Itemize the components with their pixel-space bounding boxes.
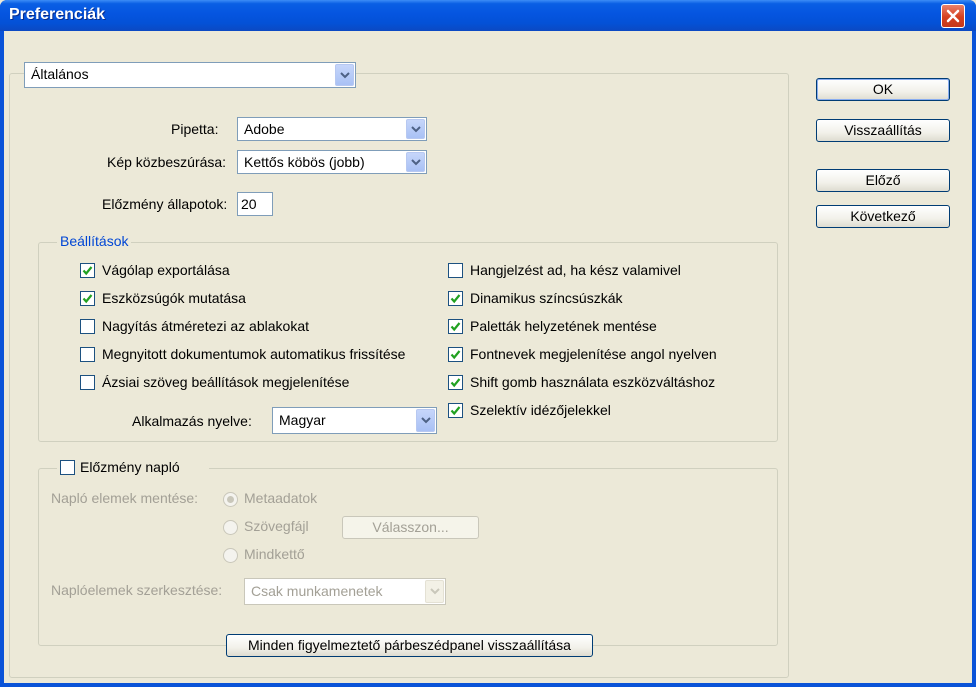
checkbox-clipboard-export[interactable] <box>80 263 95 278</box>
log-edit-value: Csak munkamenetek <box>251 583 383 599</box>
title-bar[interactable]: Preferenciák <box>0 0 976 31</box>
radio-metadata-label[interactable]: Metaadatok <box>244 490 317 506</box>
pipetta-value: Adobe <box>244 121 285 137</box>
pipetta-label: Pipetta: <box>171 121 219 137</box>
checkbox-dynamic-color-sliders[interactable] <box>448 291 463 306</box>
app-language-label: Alkalmazás nyelve: <box>132 413 252 429</box>
checkbox-shift-key-tool-switch[interactable] <box>448 375 463 390</box>
checkmark-icon <box>82 266 93 276</box>
window-title: Preferenciák <box>9 6 106 23</box>
checkbox-zoom-resizes-windows-label[interactable]: Nagyítás átméretezi az ablakokat <box>102 318 309 334</box>
close-icon <box>946 9 960 23</box>
checkbox-asian-text-options[interactable] <box>80 375 95 390</box>
checkmark-icon <box>450 378 461 388</box>
checkmark-icon <box>82 294 93 304</box>
close-button[interactable] <box>941 4 965 28</box>
checkbox-clipboard-export-label[interactable]: Vágólap exportálása <box>102 262 230 278</box>
radio-both[interactable] <box>223 548 238 563</box>
checkbox-smart-quotes-label[interactable]: Szelektív idézőjelekkel <box>470 402 611 418</box>
radio-metadata[interactable] <box>223 492 238 507</box>
checkmark-icon <box>450 350 461 360</box>
checkbox-smart-quotes[interactable] <box>448 403 463 418</box>
category-select[interactable]: Általános <box>24 62 356 88</box>
next-button[interactable]: Következő <box>816 205 950 228</box>
chevron-down-icon[interactable] <box>335 64 354 86</box>
log-edit-label: Naplóelemek szerkesztése: <box>51 582 223 598</box>
checkbox-dynamic-color-sliders-label[interactable]: Dinamikus színcsúszkák <box>470 290 623 306</box>
checkbox-auto-update-documents[interactable] <box>80 347 95 362</box>
interpolation-select[interactable]: Kettős köbös (jobb) <box>237 150 427 174</box>
checkbox-history-log[interactable] <box>60 460 75 475</box>
checkmark-icon <box>450 294 461 304</box>
history-states-label: Előzmény állapotok: <box>102 196 228 212</box>
chevron-down-icon[interactable] <box>425 580 444 603</box>
checkbox-shift-key-tool-switch-label[interactable]: Shift gomb használata eszközváltáshoz <box>470 374 715 390</box>
checkbox-beep-when-done[interactable] <box>448 263 463 278</box>
checkbox-save-palette-locations[interactable] <box>448 319 463 334</box>
previous-button[interactable]: Előző <box>816 169 950 192</box>
interpolation-value: Kettős köbös (jobb) <box>244 154 365 170</box>
log-edit-select[interactable]: Csak munkamenetek <box>244 578 446 605</box>
checkmark-icon <box>450 406 461 416</box>
chevron-down-icon[interactable] <box>406 152 425 172</box>
checkbox-show-tooltips-label[interactable]: Eszközsúgók mutatása <box>102 290 246 306</box>
history-log-title[interactable]: Előzmény napló <box>80 459 180 475</box>
checkbox-font-names-english-label[interactable]: Fontnevek megjelenítése angol nyelven <box>470 346 717 362</box>
app-language-select[interactable]: Magyar <box>272 407 437 434</box>
dialog-body: Általános Pipetta: Adobe Kép közbeszúrás… <box>4 31 972 683</box>
checkbox-save-palette-locations-label[interactable]: Paletták helyzetének mentése <box>470 318 657 334</box>
chevron-down-icon[interactable] <box>416 409 435 432</box>
category-value: Általános <box>31 66 89 82</box>
checkbox-zoom-resizes-windows[interactable] <box>80 319 95 334</box>
radio-text-file[interactable] <box>223 520 238 535</box>
checkbox-asian-text-options-label[interactable]: Ázsiai szöveg beállítások megjelenítése <box>102 374 349 390</box>
preferences-window: Preferenciák Általános Pipetta: Adobe Ké… <box>0 0 976 687</box>
interpolation-label: Kép közbeszúrása: <box>107 154 227 170</box>
checkbox-font-names-english[interactable] <box>448 347 463 362</box>
chevron-down-icon[interactable] <box>406 119 425 139</box>
reset-warnings-button[interactable]: Minden figyelmeztető párbeszédpanel viss… <box>226 634 593 657</box>
app-language-value: Magyar <box>279 412 326 428</box>
history-states-value: 20 <box>241 196 257 212</box>
checkmark-icon <box>450 322 461 332</box>
radio-both-label[interactable]: Mindkettő <box>244 546 305 562</box>
checkbox-auto-update-documents-label[interactable]: Megnyitott dokumentumok automatikus fris… <box>102 346 405 362</box>
checkbox-show-tooltips[interactable] <box>80 291 95 306</box>
pipetta-select[interactable]: Adobe <box>237 117 427 141</box>
log-save-label: Napló elemek mentése: <box>51 490 199 506</box>
checkbox-beep-when-done-label[interactable]: Hangjelzést ad, ha kész valamivel <box>470 262 681 278</box>
options-group-title: Beállítások <box>57 233 132 249</box>
ok-button[interactable]: OK <box>816 78 950 101</box>
radio-text-file-label[interactable]: Szövegfájl <box>244 518 309 534</box>
history-states-input[interactable]: 20 <box>237 192 273 216</box>
radio-selected-dot <box>227 496 234 503</box>
choose-file-button[interactable]: Válasszon... <box>342 516 479 539</box>
reset-button[interactable]: Visszaállítás <box>816 119 950 142</box>
